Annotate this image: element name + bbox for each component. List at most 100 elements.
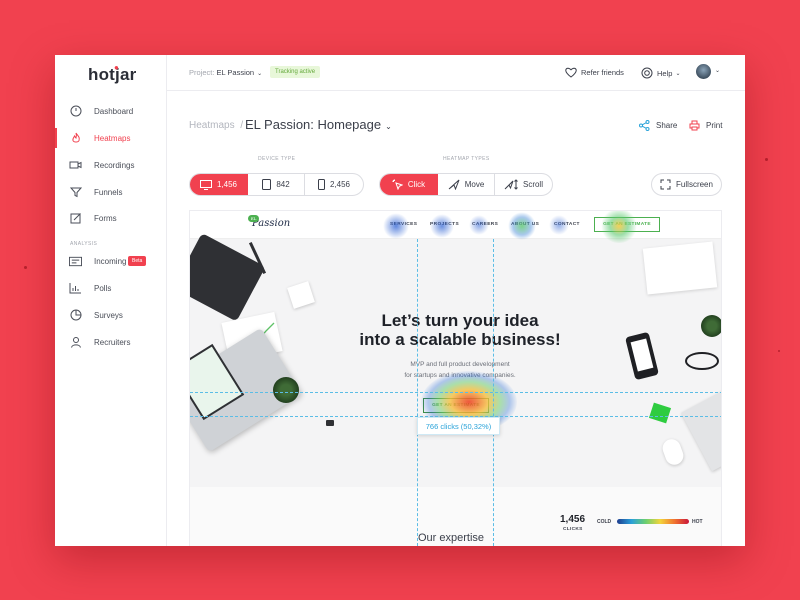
app-window: hotjar ● Dashboard Heatmaps Recordings Fu… [55,55,745,546]
analysis-section-label: ANALYSIS [70,241,98,247]
chevron-down-icon[interactable]: ⌄ [715,67,720,74]
survey-icon [69,309,82,322]
sidebar-item-label: Forms [94,213,117,223]
share-label: Share [656,121,678,130]
glasses-illustration [685,352,719,370]
preview-nav-link: ABOUT US [511,222,540,227]
flame-icon [69,132,82,145]
incoming-icon [69,255,82,268]
heatmap-type-label: Click [407,180,426,189]
lifebuoy-icon [641,67,653,79]
preview-site-nav: EL Passion SERVICES PROJECTS CAREERS ABO… [190,211,721,239]
user-avatar[interactable] [696,64,711,79]
preview-hero: Let’s turn your idea into a scalable bus… [190,233,721,487]
plant-illustration [273,377,299,403]
preview-nav-link: CONTACT [554,222,580,227]
binder-clip-illustration [326,420,334,426]
printer-icon [689,120,700,131]
device-mobile-option[interactable]: 2,456 [305,174,363,195]
preview-section-title: Our expertise [418,532,485,544]
chevron-down-icon: ⌄ [675,70,681,77]
headline-line: into a scalable business! [359,330,561,349]
total-clicks-value: 1,456 [560,514,586,525]
sidebar-item-surveys[interactable]: Surveys [55,304,166,326]
logo-badge: EL [248,215,259,222]
heatmap-click-option[interactable]: Click [380,174,438,195]
fullscreen-icon [660,179,671,190]
sidebar-item-label: Funnels [94,187,123,197]
preview-nav-cta: GET AN ESTIMATE [594,217,660,232]
sidebar-item-recruiters[interactable]: Recruiters [55,331,166,353]
dashboard-icon [69,105,82,118]
preview-subheadline: MVP and full product development for sta… [330,359,590,381]
legend-hot-label: HOT [692,519,703,525]
poll-icon [69,282,82,295]
print-label: Print [706,121,723,130]
help-label: Help [657,68,673,78]
breadcrumb-heatmaps-link[interactable]: Heatmaps [189,120,235,131]
keyboard-illustration [681,384,721,472]
refer-friends-button[interactable]: Refer friends [565,67,624,78]
device-count: 2,456 [329,180,351,189]
sidebar-item-label: Polls [94,283,112,293]
refer-friends-label: Refer friends [581,68,624,77]
preview-headline: Let’s turn your idea into a scalable bus… [310,311,610,349]
device-type-selector: 1,456 842 2,456 [189,173,364,196]
heatmap-move-option[interactable]: Move [438,174,495,195]
heatmap-type-selector: Click Move Scroll [379,173,553,196]
sidebar-item-forms[interactable]: Forms [55,207,166,229]
tracking-status-badge: Tracking active [270,66,321,78]
click-icon [392,179,403,190]
preview-site-logo: EL Passion [248,215,290,229]
sidebar-item-label: Heatmaps [94,133,131,143]
sidebar: hotjar ● Dashboard Heatmaps Recordings Fu… [55,55,167,546]
app-logo[interactable]: hotjar ● [88,63,137,85]
total-clicks-label: CLICKS [563,527,583,532]
device-count: 1,456 [216,180,238,189]
scroll-icon [504,179,518,190]
heart-icon [565,67,577,78]
breadcrumb: Heatmaps / [189,120,246,131]
device-count: 842 [276,180,290,189]
project-label: Project: [189,68,215,77]
help-menu-button[interactable]: Help ⌄ [641,67,680,79]
sticky-note-illustration [287,281,315,309]
print-button[interactable]: Print [689,120,722,131]
sidebar-item-polls[interactable]: Polls [55,277,166,299]
logo-text: hotjar [88,65,137,84]
device-type-label: DEVICE TYPE [258,156,296,162]
share-button[interactable]: Share [639,120,677,131]
breadcrumb-separator: / [240,120,244,131]
heatmap-scroll-option[interactable]: Scroll [495,174,552,195]
legend-cold-label: COLD [597,519,612,525]
sidebar-item-heatmaps[interactable]: Heatmaps [55,127,166,149]
device-tablet-option[interactable]: 842 [248,174,305,195]
sidebar-item-recordings[interactable]: Recordings [55,154,166,176]
page-title[interactable]: EL Passion: Homepage ⌄ [245,117,392,132]
preview-hero-cta: GET AN ESTIMATE [423,398,489,413]
beta-badge: Beta [128,256,147,266]
share-icon [639,120,650,131]
project-selector[interactable]: Project: EL Passion ⌄ [189,68,262,77]
green-sticky-note-illustration [648,402,672,424]
fullscreen-button[interactable]: Fullscreen [651,173,722,196]
preview-nav-link: PROJECTS [430,222,460,227]
sidebar-item-incoming[interactable]: Incoming Beta [55,250,166,272]
sidebar-item-label: Incoming [94,256,127,266]
paper-sheet-illustration [642,241,718,295]
heatmap-preview[interactable]: EL Passion SERVICES PROJECTS CAREERS ABO… [189,210,722,546]
sidebar-item-funnels[interactable]: Funnels [55,181,166,203]
chevron-down-icon: ⌄ [385,122,392,131]
sidebar-item-dashboard[interactable]: Dashboard [55,100,166,122]
video-icon [69,159,82,172]
recruiter-icon [69,336,82,349]
project-name: EL Passion [216,68,255,77]
headline-line: Let’s turn your idea [381,311,539,330]
clicks-tooltip: 766 clicks (50,32%) [417,417,500,435]
preview-nav-link: CAREERS [472,222,499,227]
chevron-down-icon: ⌄ [257,71,263,77]
logo-flame-icon: ● [114,63,120,72]
sidebar-item-label: Dashboard [94,106,134,116]
subheadline-line: for startups and innovative companies. [404,372,516,379]
device-desktop-option[interactable]: 1,456 [190,174,248,195]
